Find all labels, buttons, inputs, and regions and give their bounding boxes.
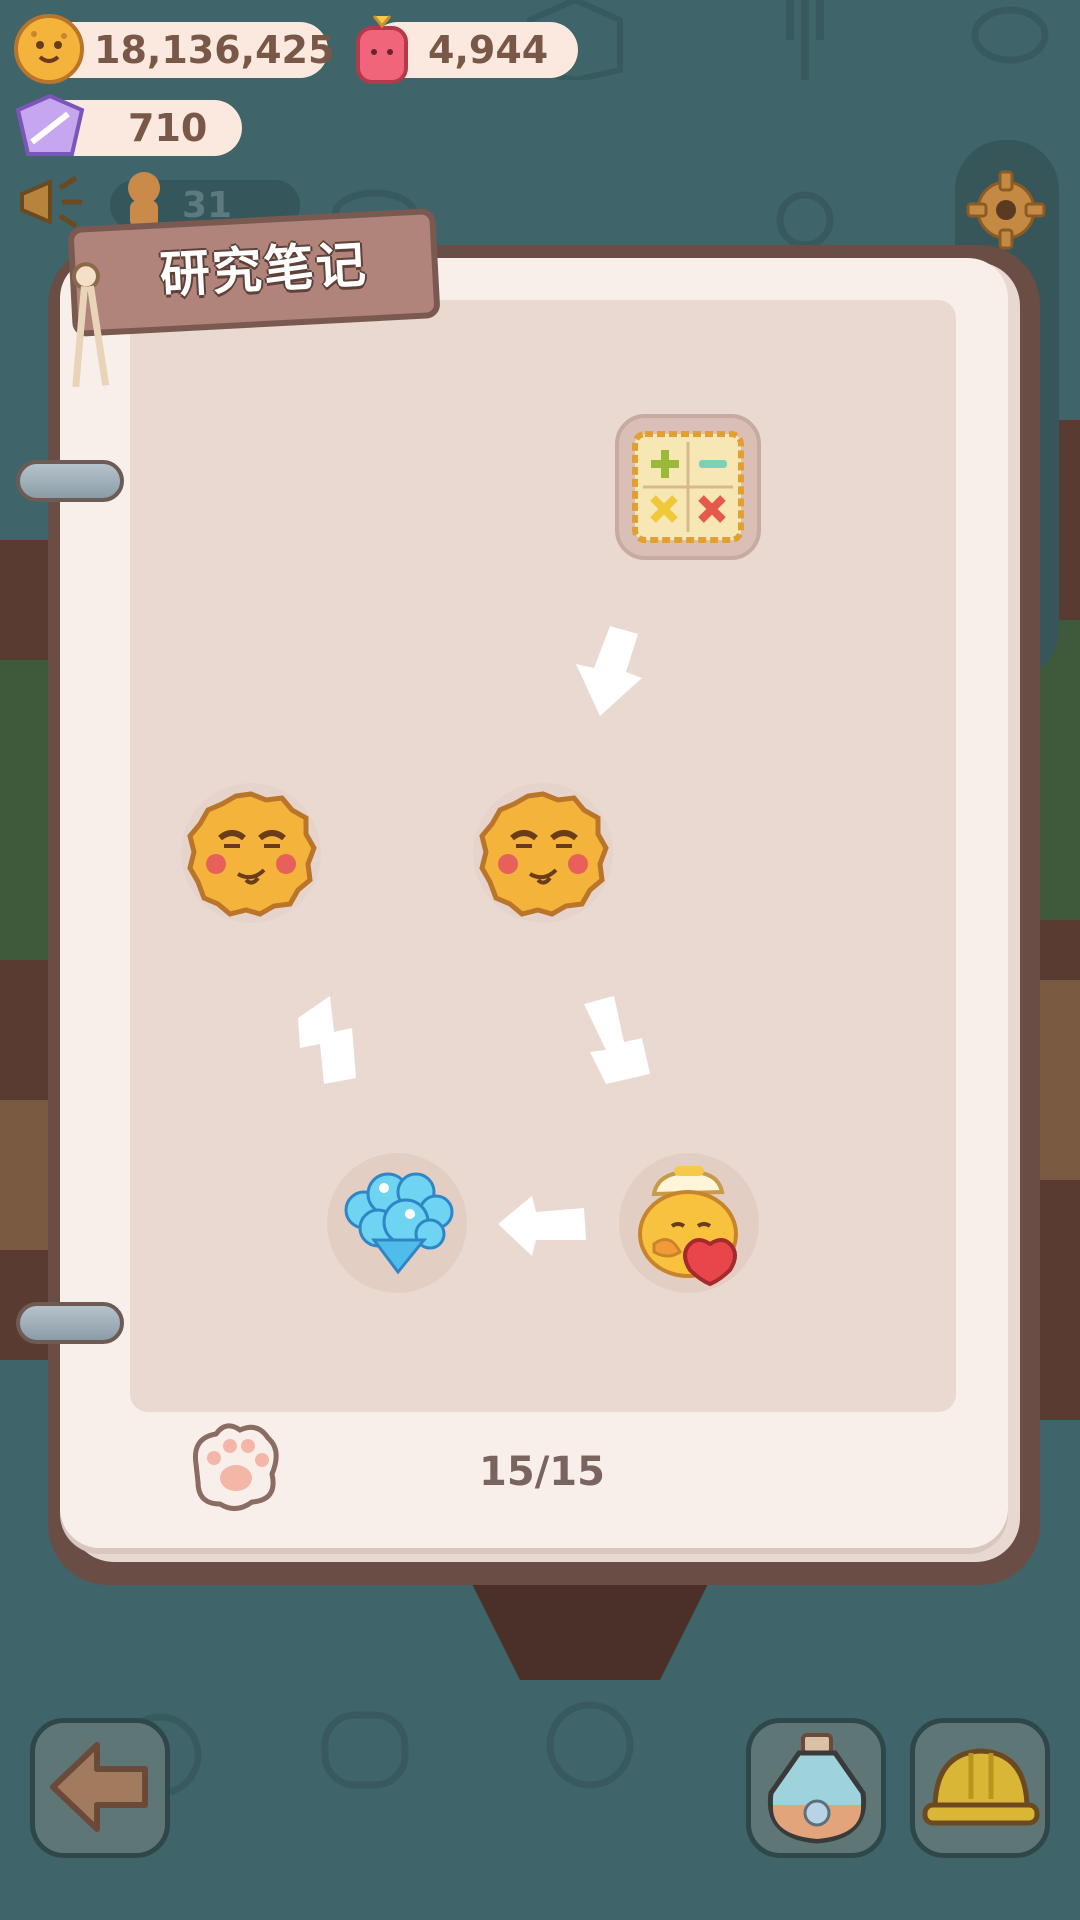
bubble-heart-icon: [327, 1153, 467, 1293]
arrow-down-left-icon: [576, 626, 642, 716]
paw-stamp-icon[interactable]: [186, 1420, 282, 1512]
chick-heart-icon: [619, 1153, 759, 1293]
cookie-coin-icon: [14, 14, 84, 84]
binder-ring-bottom: [16, 1302, 124, 1344]
smug-cookie-item-left[interactable]: [180, 782, 322, 924]
back-button[interactable]: [30, 1718, 170, 1858]
calculator-icon: [615, 414, 761, 560]
smug-cookie-icon: [473, 783, 613, 923]
bubble-heart-item[interactable]: [326, 1152, 468, 1294]
arrow-up-left-icon: [298, 996, 356, 1084]
binder-ring-top: [16, 460, 124, 502]
settings-gear-icon[interactable]: [966, 170, 1046, 250]
crystal-candy-icon: [15, 93, 85, 156]
potion-bottle-icon: [767, 1733, 867, 1844]
cookie-currency-value: 18,136,425: [94, 28, 335, 72]
jam-currency-value: 4,944: [428, 28, 549, 72]
chick-with-heart-item[interactable]: [618, 1152, 760, 1294]
back-arrow-icon: [50, 1742, 148, 1832]
arrow-down-right-icon: [584, 996, 650, 1084]
notebook-title-tag: 研究笔记: [47, 207, 441, 388]
arrow-left-icon: [498, 1196, 586, 1256]
megaphone-icon[interactable]: [16, 170, 92, 234]
smug-cookie-item-right[interactable]: [472, 782, 614, 924]
hand-doodle-icon: [321, 1711, 409, 1789]
hard-hat-icon: [922, 1748, 1040, 1826]
jam-jar-icon: [356, 15, 408, 84]
page-counter: 15/15: [479, 1449, 605, 1495]
potion-button[interactable]: [746, 1718, 886, 1858]
tag-rope-icon: [71, 262, 110, 388]
calculator-cookie-item[interactable]: [615, 414, 761, 560]
candy-currency-value: 710: [128, 106, 208, 150]
builder-helmet-button[interactable]: [910, 1718, 1050, 1858]
gingerbread-icon: [128, 172, 160, 228]
bear-doodle-icon: [546, 1701, 634, 1789]
smug-cookie-icon: [181, 783, 321, 923]
candy-doodle-icon: [971, 6, 1049, 64]
fork-doodle-icon: [786, 0, 824, 80]
